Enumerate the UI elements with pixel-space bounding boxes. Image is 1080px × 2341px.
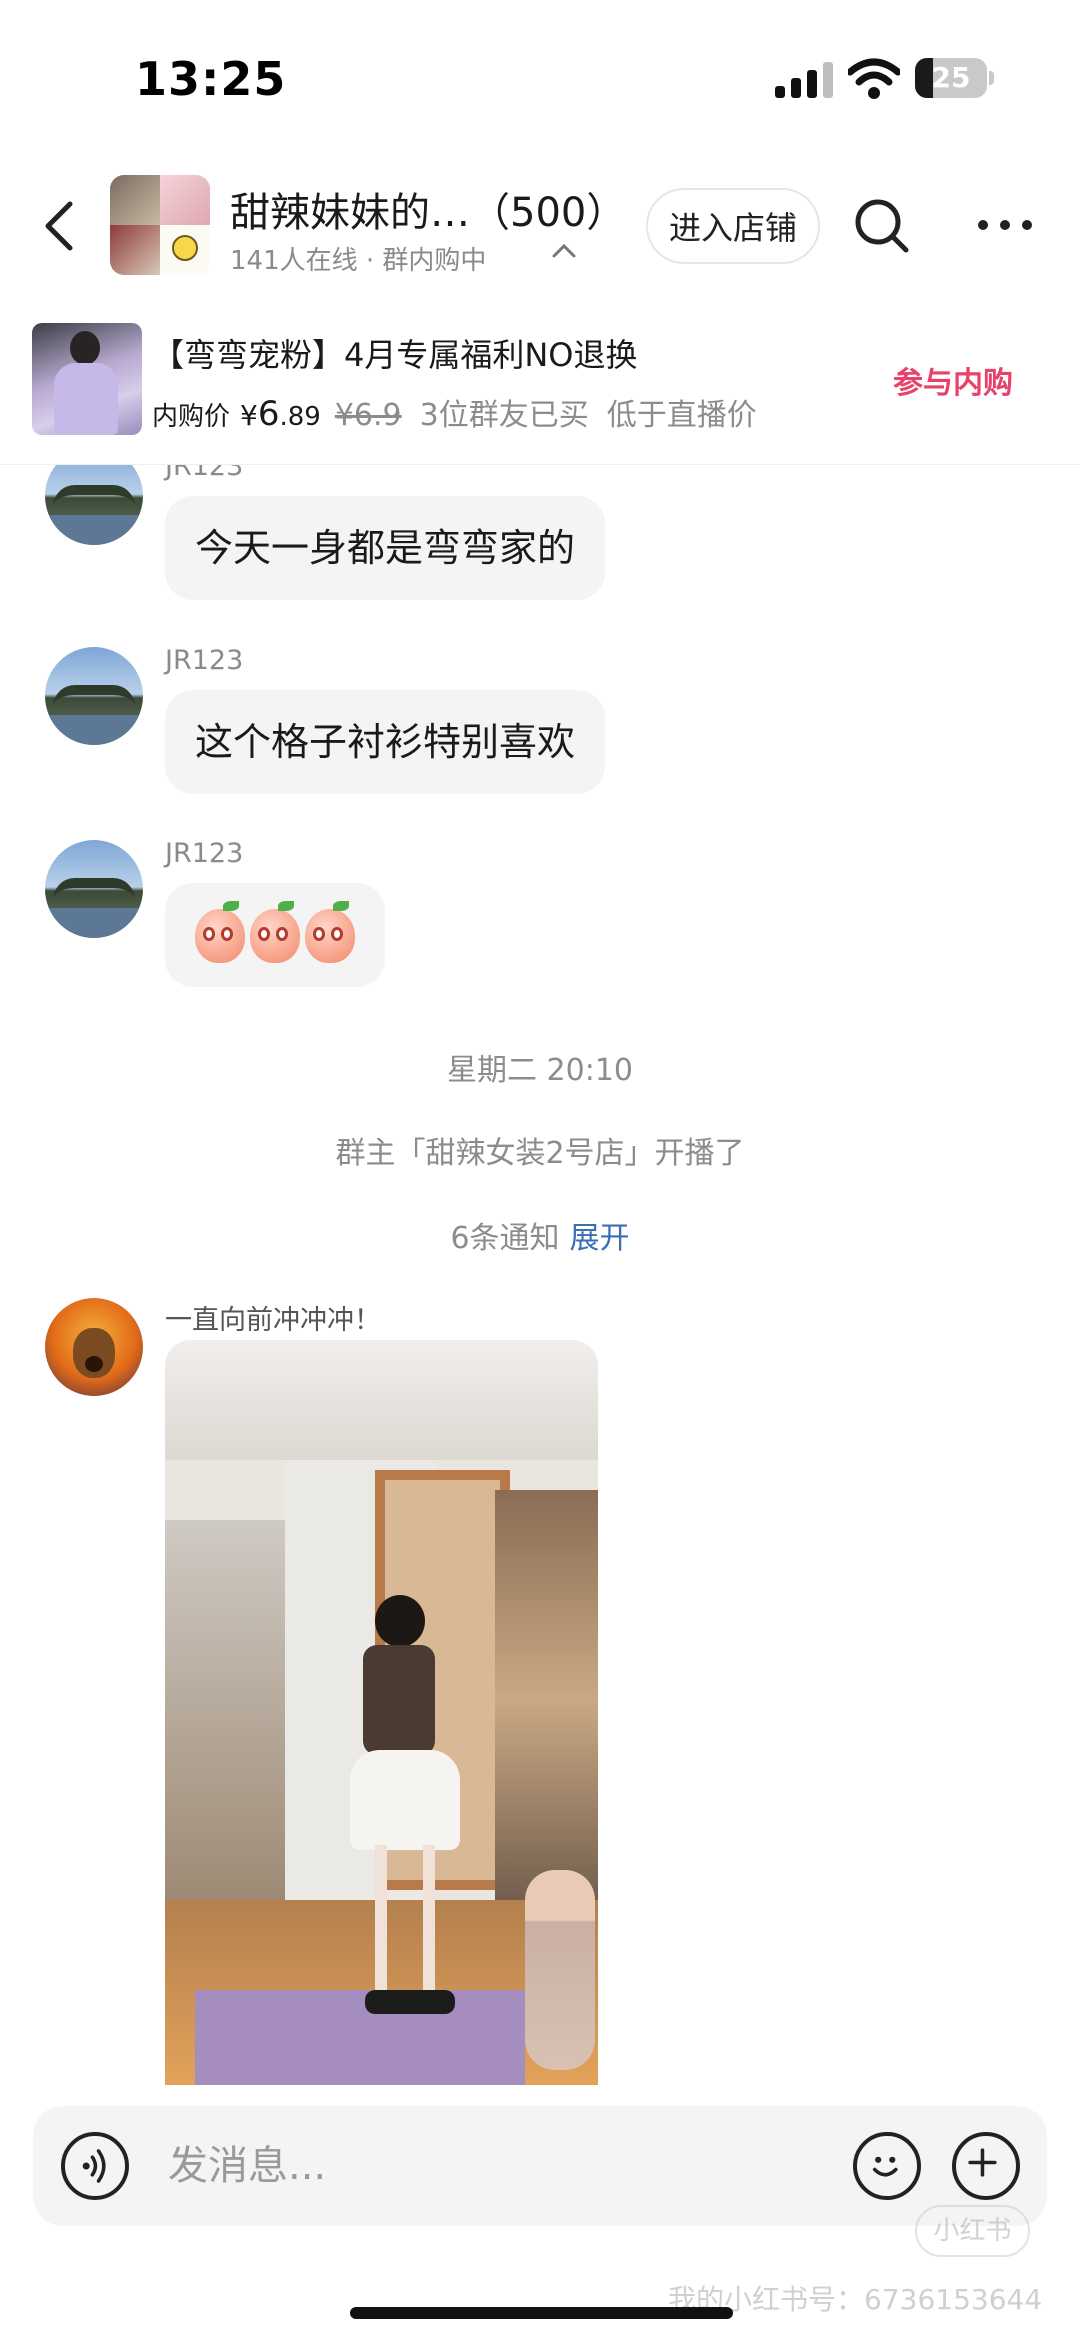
price-decimal: .89: [279, 402, 321, 432]
notification-count: 6条通知: [450, 1221, 560, 1256]
join-purchase-button[interactable]: 参与内购: [893, 358, 1013, 402]
original-price: ¥6.9: [334, 398, 402, 433]
group-purchase-banner[interactable]: 【弯弯宠粉】4月专属福利NO退换 内购价 ¥ 6 .89 ¥6.9 3位群友已买…: [0, 305, 1080, 465]
message-input-bar: [33, 2106, 1047, 2226]
add-attachment-icon[interactable]: [952, 2132, 1020, 2200]
watermark-logo: 小红书: [915, 2205, 1030, 2257]
battery-icon: 25: [915, 58, 987, 98]
avatar[interactable]: [45, 1298, 143, 1396]
peach-sticker-icon: [250, 901, 300, 963]
sender-name: 一直向前冲冲冲！: [165, 1305, 381, 1336]
battery-level: 25: [931, 61, 971, 94]
live-notice: 群主「甜辣女装2号店」开播了: [335, 1136, 745, 1171]
product-title: 【弯弯宠粉】4月专属福利NO退换: [152, 336, 638, 374]
chat-header: 甜辣妹妹的…（500） 141人在线 · 群内购中 进入店铺: [0, 160, 1080, 290]
notification-summary: 6条通知 展开: [0, 1213, 1080, 1257]
wifi-icon: [848, 58, 900, 99]
voice-input-icon[interactable]: [61, 2132, 129, 2200]
sticker-bubble[interactable]: [165, 883, 385, 987]
home-indicator[interactable]: [350, 2307, 733, 2319]
sender-name: JR123: [165, 465, 244, 482]
price-integer: 6: [257, 394, 280, 434]
expand-link[interactable]: 展开: [570, 1221, 630, 1256]
sender-name: JR123: [165, 838, 244, 869]
search-icon[interactable]: [852, 196, 912, 256]
avatar[interactable]: [45, 465, 143, 545]
price-label: 内购价: [152, 402, 231, 432]
message-input[interactable]: [168, 2134, 868, 2198]
peach-sticker-icon: [195, 901, 245, 963]
chevron-up-icon[interactable]: [550, 240, 578, 260]
price-compare: 低于直播价: [606, 398, 757, 433]
more-options-icon[interactable]: [975, 210, 1035, 240]
battery-tip: [989, 71, 994, 85]
enter-shop-button[interactable]: 进入店铺: [646, 188, 820, 264]
status-bar: 13:25 25: [0, 0, 1080, 150]
group-avatar[interactable]: [110, 175, 210, 275]
price-currency: ¥: [240, 399, 258, 432]
group-title[interactable]: 甜辣妹妹的…（500）: [230, 180, 626, 238]
duck-icon: [172, 235, 198, 261]
avatar[interactable]: [45, 647, 143, 745]
group-subtitle: 141人在线 · 群内购中: [230, 246, 487, 276]
cellular-signal-icon: [775, 62, 833, 98]
price-row: 内购价 ¥ 6 .89 ¥6.9 3位群友已买 低于直播价: [152, 390, 757, 434]
back-arrow-icon[interactable]: [36, 196, 86, 256]
sender-name: JR123: [165, 645, 244, 676]
avatar[interactable]: [45, 840, 143, 938]
chat-messages[interactable]: JR123 今天一身都是弯弯家的 JR123 这个格子衬衫特别喜欢 JR123 …: [0, 465, 1080, 2085]
message-bubble[interactable]: 这个格子衬衫特别喜欢: [165, 690, 606, 794]
message-bubble[interactable]: 今天一身都是弯弯家的: [165, 496, 606, 600]
peach-sticker-icon: [305, 901, 355, 963]
video-message[interactable]: [165, 1340, 598, 2085]
buyers-count: 3位群友已买: [419, 398, 589, 433]
emoji-icon[interactable]: [853, 2132, 921, 2200]
timestamp: 星期二 20:10: [447, 1053, 633, 1088]
status-time: 13:25: [135, 52, 287, 106]
product-thumbnail[interactable]: [32, 323, 142, 435]
